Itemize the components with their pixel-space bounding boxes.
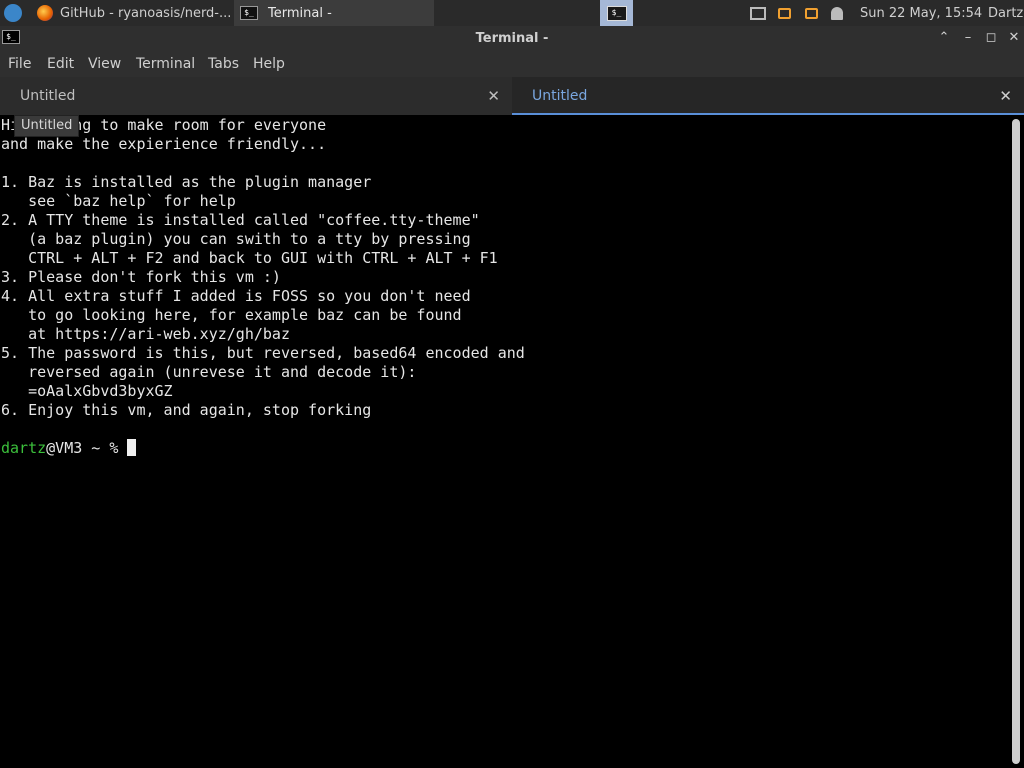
prompt-host: @VM3 ~ % xyxy=(46,439,128,457)
menu-view[interactable]: View xyxy=(88,51,121,77)
terminal-line: 3. Please don't fork this vm :) xyxy=(1,268,281,286)
terminal-line: at https://ari-web.xyz/gh/baz xyxy=(1,325,290,343)
terminal-line: and make the expierience friendly... xyxy=(1,135,327,153)
taskbar-item-terminal[interactable]: $_ Terminal - xyxy=(234,0,434,26)
tab-label: Untitled xyxy=(532,88,588,104)
tab-close-icon[interactable]: ✕ xyxy=(487,77,500,115)
terminal-line: 1. Baz is installed as the plugin manage… xyxy=(1,173,372,191)
tray-app-icon[interactable] xyxy=(778,0,791,26)
terminal-line: CTRL + ALT + F2 and back to GUI with CTR… xyxy=(1,249,498,267)
firefox-icon xyxy=(36,0,54,26)
terminal-line: to go looking here, for example baz can … xyxy=(1,306,462,324)
user-menu[interactable]: Dartz xyxy=(988,0,1023,26)
top-panel: GitHub - ryanoasis/nerd-... $_ Terminal … xyxy=(0,0,1024,26)
minimize-button[interactable]: – xyxy=(960,30,976,46)
whisker-menu-button[interactable] xyxy=(2,0,24,26)
terminal-line: 6. Enjoy this vm, and again, stop forkin… xyxy=(1,401,372,419)
scrollbar-thumb[interactable] xyxy=(1012,119,1020,764)
tab-label: Untitled xyxy=(20,88,76,104)
terminal-line: reversed again (unrevese it and decode i… xyxy=(1,363,417,381)
text-cursor xyxy=(127,439,137,456)
terminal-icon: $_ xyxy=(606,5,627,21)
maximize-button[interactable]: ◻ xyxy=(983,30,999,46)
collapse-icon[interactable]: ⌃ xyxy=(936,30,952,46)
taskbar-github-label: GitHub - ryanoasis/nerd-... xyxy=(60,5,232,21)
window-title: Terminal - xyxy=(475,31,549,46)
terminal-launcher-button[interactable]: $_ xyxy=(600,0,633,26)
tab-untitled-2[interactable]: Untitled ✕ xyxy=(512,77,1024,115)
tab-untitled-1[interactable]: Untitled ✕ xyxy=(0,77,512,115)
taskbar-item-github[interactable]: GitHub - ryanoasis/nerd-... xyxy=(60,0,234,26)
terminal-line: 5. The password is this, but reversed, b… xyxy=(1,344,525,362)
terminal-line: =oAalxGbvd3byxGZ xyxy=(1,382,173,400)
notification-bell-icon[interactable] xyxy=(831,0,843,26)
menu-terminal[interactable]: Terminal xyxy=(136,51,195,77)
taskbar-terminal-label: Terminal - xyxy=(268,5,332,21)
menu-tabs[interactable]: Tabs xyxy=(208,51,239,77)
terminal-line: 4. All extra stuff I added is FOSS so yo… xyxy=(1,287,471,305)
terminal-output[interactable]: Hi, trying to make room for everyone and… xyxy=(0,115,1008,768)
app-menu-icon xyxy=(4,4,22,22)
tab-tooltip: Untitled xyxy=(14,115,80,137)
window-menu-icon[interactable]: $_ xyxy=(2,28,20,44)
prompt-username: dartz xyxy=(1,439,47,457)
window-titlebar[interactable]: Terminal - $_ ⌃ – ◻ ✕ xyxy=(0,26,1024,51)
clock[interactable]: Sun 22 May, 15:54 xyxy=(860,0,982,26)
terminal-icon: $_ xyxy=(240,6,258,20)
prompt-line: dartz@VM3 ~ % xyxy=(1,439,137,458)
menu-edit[interactable]: Edit xyxy=(47,51,74,77)
network-icon[interactable] xyxy=(750,0,766,26)
tab-close-icon[interactable]: ✕ xyxy=(999,77,1012,115)
tab-bar: Untitled ✕ Untitled ✕ xyxy=(0,77,1024,116)
terminal-line: (a baz plugin) you can swith to a tty by… xyxy=(1,230,471,248)
menu-help[interactable]: Help xyxy=(253,51,285,77)
close-button[interactable]: ✕ xyxy=(1006,30,1022,46)
terminal-line: 2. A TTY theme is installed called "coff… xyxy=(1,211,480,229)
terminal-line: see `baz help` for help xyxy=(1,192,236,210)
menu-bar: File Edit View Terminal Tabs Help xyxy=(0,51,1024,77)
tray-app-icon-2[interactable] xyxy=(805,0,818,26)
terminal-scrollbar[interactable] xyxy=(1008,115,1024,768)
menu-file[interactable]: File xyxy=(8,51,31,77)
